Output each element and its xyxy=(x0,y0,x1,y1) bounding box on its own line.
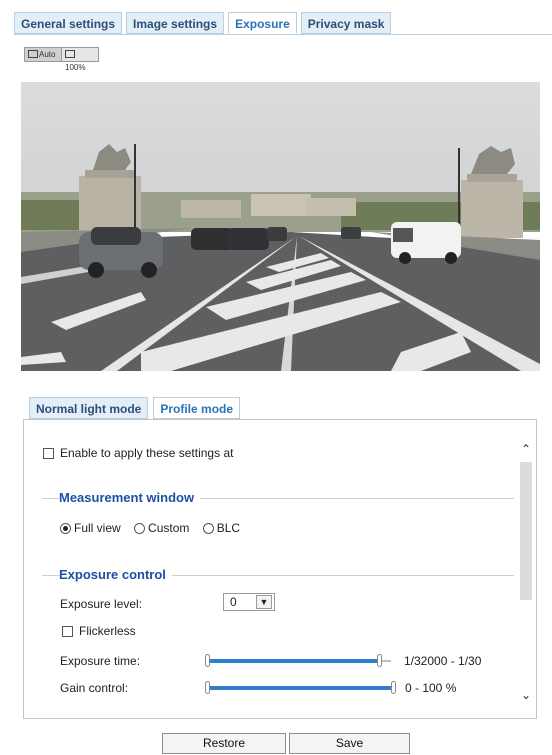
exposure-time-range: 1/32000 - 1/30 xyxy=(404,654,482,668)
measurement-window-title: Measurement window xyxy=(59,490,201,505)
full-view-radio[interactable] xyxy=(60,523,71,534)
camera-view-image xyxy=(21,82,540,371)
enable-profile-checkbox[interactable] xyxy=(43,448,54,459)
exposure-time-min-handle[interactable] xyxy=(205,654,210,667)
gain-control-range: 0 - 100 % xyxy=(405,681,457,695)
tab-normal-light-mode[interactable]: Normal light mode xyxy=(29,397,149,419)
gain-control-fill xyxy=(207,686,393,690)
exposure-control-section: Exposure control xyxy=(42,567,514,582)
actual-size-icon xyxy=(65,50,75,58)
zoom-100-button[interactable]: 100% xyxy=(61,47,99,72)
tab-image-settings[interactable]: Image settings xyxy=(126,12,225,34)
enable-profile-label: Enable to apply these settings at xyxy=(60,446,234,460)
exposure-time-max-handle[interactable] xyxy=(376,654,382,667)
chevron-up-icon[interactable]: ⌃ xyxy=(519,442,533,456)
tab-privacy-mask[interactable]: Privacy mask xyxy=(300,12,392,34)
custom-radio[interactable] xyxy=(134,523,146,534)
enable-profile-row: Enable to apply these settings at xyxy=(43,446,233,460)
blc-radio[interactable] xyxy=(202,523,214,534)
full-view-option[interactable]: Full view xyxy=(60,521,121,535)
tab-general-settings[interactable]: General settings xyxy=(14,12,123,34)
tab-exposure[interactable]: Exposure xyxy=(228,12,297,34)
gain-control-slider[interactable] xyxy=(205,681,396,695)
restore-button[interactable]: Restore xyxy=(162,733,286,754)
flickerless-row: Flickerless xyxy=(62,624,136,638)
exposure-time-fill xyxy=(207,659,379,663)
gain-control-max-handle[interactable] xyxy=(391,681,396,694)
measurement-options: Full view Custom BLC xyxy=(60,521,240,535)
measurement-window-section: Measurement window xyxy=(42,490,514,505)
save-button[interactable]: Save xyxy=(289,733,410,754)
chevron-down-icon: ▼ xyxy=(256,595,272,609)
video-preview[interactable] xyxy=(21,82,540,371)
exposure-control-title: Exposure control xyxy=(59,567,172,582)
flickerless-label: Flickerless xyxy=(79,624,136,638)
custom-option[interactable]: Custom xyxy=(134,521,189,535)
fit-icon xyxy=(28,50,38,58)
zoom-auto-button[interactable]: Auto xyxy=(24,47,62,62)
scrollbar-thumb[interactable] xyxy=(520,462,532,600)
blc-option[interactable]: BLC xyxy=(202,521,240,535)
exposure-level-label: Exposure level: xyxy=(60,597,143,611)
exposure-level-value: 0 xyxy=(230,595,237,609)
flickerless-checkbox[interactable] xyxy=(62,626,73,637)
exposure-time-label: Exposure time: xyxy=(60,654,141,668)
tab-divider xyxy=(14,34,552,35)
mode-tabs: Normal light mode Profile mode xyxy=(29,397,241,419)
panel-scrollbar[interactable]: ⌃ ⌄ xyxy=(519,436,533,706)
settings-tabs: General settings Image settings Exposure… xyxy=(14,12,392,34)
exposure-level-select[interactable]: 0 ▼ xyxy=(223,593,275,611)
gain-control-min-handle[interactable] xyxy=(205,681,210,694)
tab-profile-mode[interactable]: Profile mode xyxy=(153,397,241,419)
exposure-settings-panel: Enable to apply these settings at Measur… xyxy=(23,419,537,719)
exposure-time-slider[interactable] xyxy=(205,654,391,668)
gain-control-label: Gain control: xyxy=(60,681,129,695)
chevron-down-icon[interactable]: ⌄ xyxy=(519,688,533,702)
